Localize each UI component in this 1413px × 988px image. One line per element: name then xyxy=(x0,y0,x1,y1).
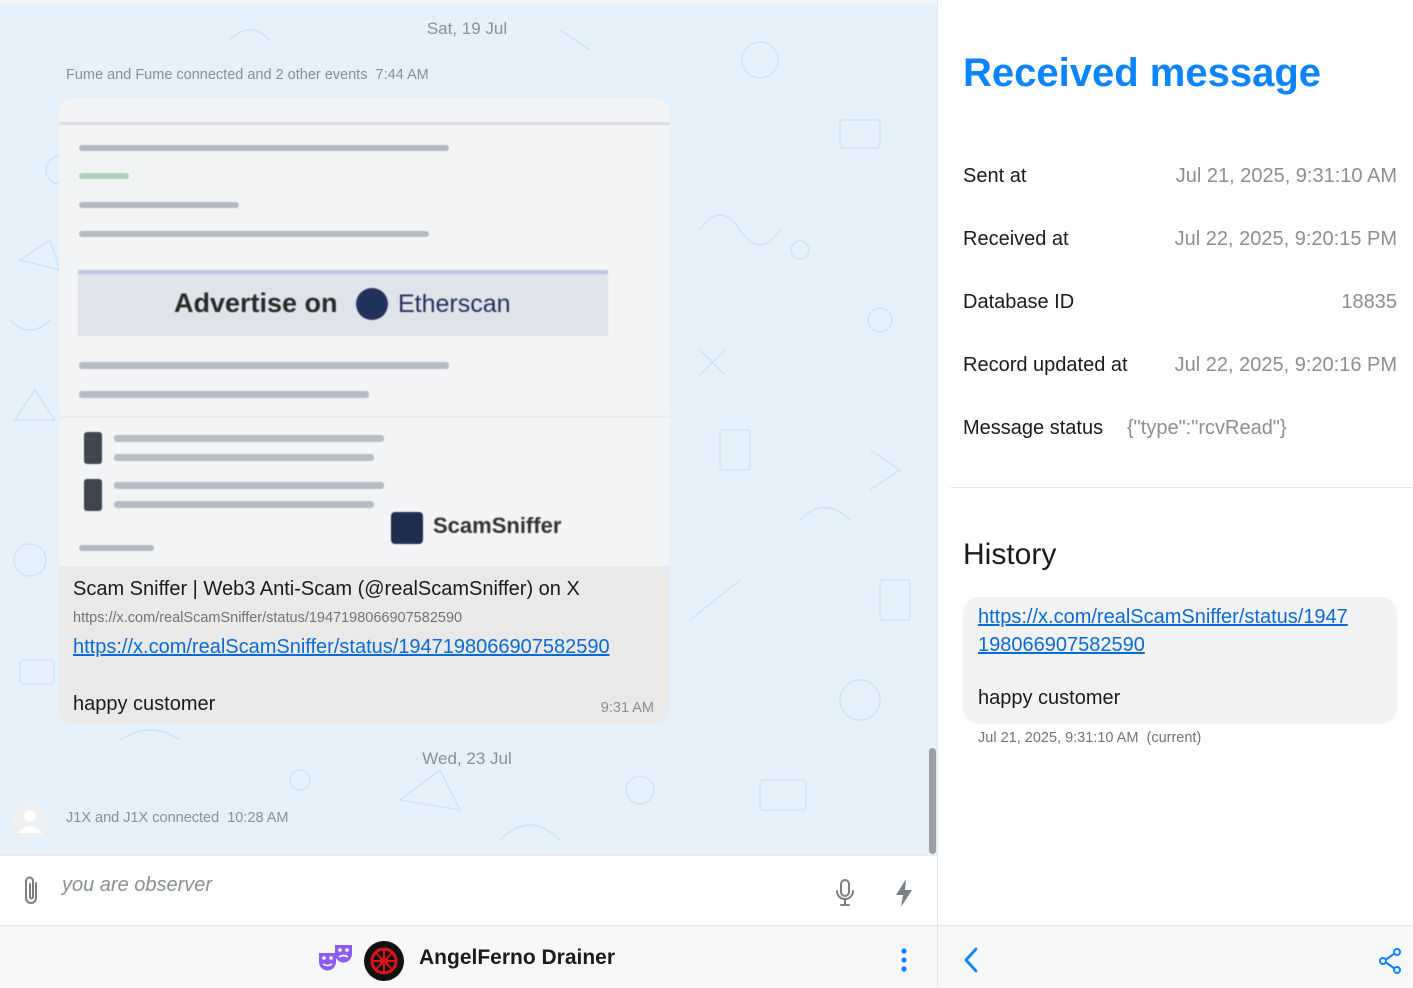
event-text: J1X and J1X connected xyxy=(66,810,220,826)
user-placeholder-icon xyxy=(18,810,42,833)
lightning-icon[interactable] xyxy=(893,877,915,909)
event-time: 10:28 AM xyxy=(227,810,289,826)
event-text: Fume and Fume connected and 2 other even… xyxy=(66,67,368,83)
preview-ad-banner: Advertise on Etherscan xyxy=(78,270,608,336)
message-info-panel: Received message Sent at Jul 21, 2025, 9… xyxy=(938,4,1413,925)
preview-divider xyxy=(59,416,670,417)
info-label-database-id: Database ID xyxy=(963,291,1075,313)
event-item: J1X and J1X connected 10:28 AM xyxy=(66,810,289,826)
info-value-record-updated-at: Jul 22, 2025, 9:20:16 PM xyxy=(1174,354,1397,376)
history-text: happy customer xyxy=(978,687,1121,709)
preview-ad-text: Advertise on xyxy=(174,288,338,318)
preview-blurred-line xyxy=(114,501,374,508)
message-input[interactable]: you are observer xyxy=(62,874,212,897)
contact-name[interactable]: AngelFerno Drainer xyxy=(419,946,615,970)
avatar[interactable] xyxy=(12,803,48,839)
preview-watermark: ScamSniffer xyxy=(433,513,562,538)
event-item: Fume and Fume connected and 2 other even… xyxy=(66,67,429,83)
history-item: https://x.com/realScamSniffer/status/194… xyxy=(963,597,1397,724)
info-label-message-status: Message status xyxy=(963,417,1104,439)
preview-blurred-line xyxy=(79,391,369,398)
message-time: 9:31 AM xyxy=(600,700,654,716)
message-bubble[interactable]: Advertise on Etherscan ScamSniffer Scam … xyxy=(59,98,670,724)
link-preview-title: Scam Sniffer | Web3 Anti-Scam (@realScam… xyxy=(73,578,580,600)
preview-blurred-line xyxy=(114,482,384,489)
preview-blurred-line xyxy=(79,202,239,208)
info-value-database-id: 18835 xyxy=(1341,291,1397,313)
history-current-tag: (current) xyxy=(1146,730,1202,746)
date-separator: Wed, 23 Jul xyxy=(422,749,512,768)
date-separator: Sat, 19 Jul xyxy=(426,19,508,38)
link-preview-url: https://x.com/realScamSniffer/status/194… xyxy=(73,610,463,626)
page-title: Received message xyxy=(963,51,1322,95)
preview-thumbnail xyxy=(84,479,102,511)
info-value-sent-at: Jul 21, 2025, 9:31:10 AM xyxy=(1175,165,1397,187)
info-value-received-at: Jul 22, 2025, 9:20:15 PM xyxy=(1174,228,1397,250)
contact-avatar[interactable] xyxy=(364,941,404,981)
message-composer: you are observer xyxy=(0,855,937,926)
event-time: 7:44 AM xyxy=(375,67,429,83)
microphone-icon[interactable] xyxy=(833,877,857,909)
message-link[interactable]: https://x.com/realScamSniffer/status/194… xyxy=(73,636,610,659)
preview-blurred-line xyxy=(79,173,129,179)
chat-header-bar: AngelFerno Drainer xyxy=(0,925,937,988)
etherscan-logo-icon xyxy=(356,288,388,320)
preview-ad-brand: Etherscan xyxy=(398,290,511,318)
message-text: happy customer xyxy=(73,693,216,715)
info-value-message-status: {"type":"rcvRead"} xyxy=(1127,417,1287,439)
info-label-record-updated-at: Record updated at xyxy=(963,354,1128,376)
preview-blurred-line xyxy=(79,145,449,151)
incognito-masks-icon[interactable] xyxy=(318,944,354,974)
link-preview-image[interactable]: Advertise on Etherscan ScamSniffer xyxy=(59,98,670,566)
chat-scrollbar[interactable] xyxy=(929,748,936,854)
empire-emblem-icon xyxy=(370,947,398,975)
preview-blurred-line xyxy=(114,454,374,461)
preview-blurred-line xyxy=(79,362,449,369)
preview-blurred-line xyxy=(114,435,384,442)
chat-view: Sat, 19 Jul Fume and Fume connected and … xyxy=(0,0,937,855)
history-meta: Jul 21, 2025, 9:31:10 AM (current) xyxy=(978,730,1201,746)
more-vertical-icon[interactable] xyxy=(898,947,910,973)
preview-blurred-line xyxy=(79,545,154,551)
info-label-sent-at: Sent at xyxy=(963,165,1027,187)
history-link[interactable]: https://x.com/realScamSniffer/status/194… xyxy=(978,603,1358,659)
back-chevron-icon[interactable] xyxy=(962,946,980,974)
section-divider xyxy=(951,487,1413,488)
preview-divider xyxy=(59,122,670,125)
preview-blurred-line xyxy=(79,231,429,237)
info-footer-bar xyxy=(938,925,1413,988)
history-timestamp: Jul 21, 2025, 9:31:10 AM xyxy=(978,730,1139,746)
preview-thumbnail xyxy=(84,432,102,464)
share-icon[interactable] xyxy=(1378,948,1402,974)
scamsniffer-logo-icon xyxy=(391,512,423,544)
info-label-received-at: Received at xyxy=(963,228,1069,250)
paperclip-icon[interactable] xyxy=(19,874,43,908)
history-heading: History xyxy=(963,538,1057,571)
